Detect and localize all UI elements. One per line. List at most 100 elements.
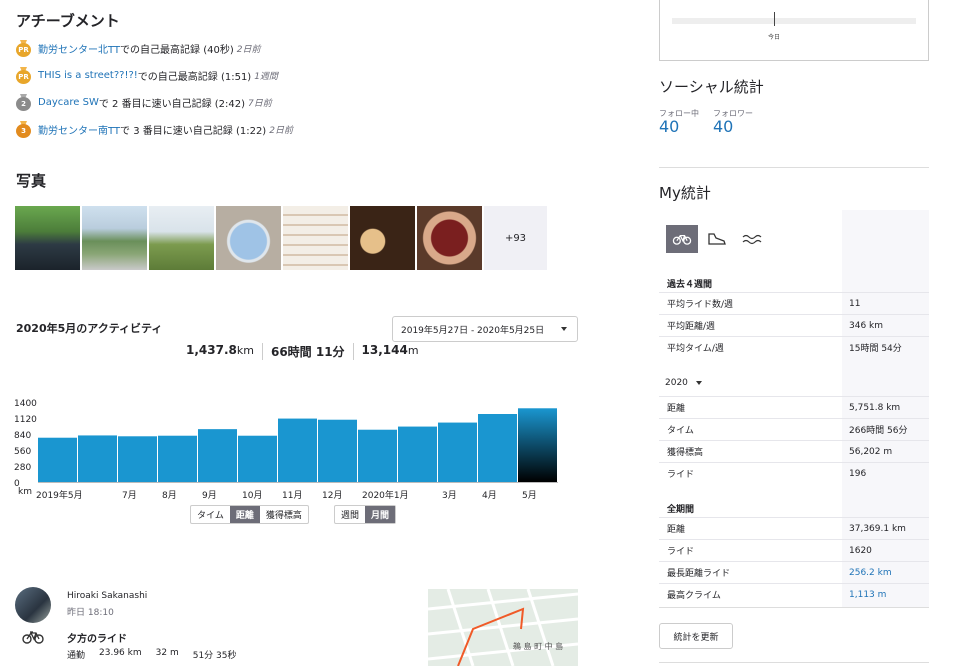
stat-row: 獲得標高 56,202 m — [659, 440, 929, 462]
following-count[interactable]: 40 — [659, 117, 679, 136]
gold-medal-icon: PR — [16, 40, 31, 57]
metric-tabs: タイム 距離 獲得標高 — [190, 505, 309, 524]
x-tick-label: 11月 — [282, 490, 302, 501]
segment-link[interactable]: 勤労センター北TT — [38, 41, 120, 56]
y-axis-unit: km — [18, 487, 32, 497]
stat-row: 平均ライド数/週 11 — [659, 292, 929, 314]
gold-medal-icon: PR — [16, 67, 31, 84]
avatar[interactable] — [15, 587, 51, 623]
stat-row: タイム 266時間 56分 — [659, 418, 929, 440]
athlete-name[interactable]: Hiroaki Sakanashi — [67, 591, 147, 601]
period-tabs: 週間 月間 — [334, 505, 397, 524]
swim-icon — [742, 234, 762, 245]
longest-ride-link[interactable]: 256.2 km — [849, 568, 892, 578]
photo-strip: +93 — [15, 206, 547, 270]
achievement-item: PR 勤労センター北TT での自己最高記録 (40秒) 2日前 — [16, 35, 636, 62]
year-dropdown[interactable]: 2020 — [665, 378, 702, 388]
tab-time[interactable]: タイム — [191, 506, 230, 523]
achievement-item: PR THIS is a street??!?! での自己最高記録 (1:51)… — [16, 62, 636, 89]
today-marker — [774, 12, 775, 26]
followers-count[interactable]: 40 — [713, 117, 733, 136]
photo-thumbnail[interactable] — [15, 206, 80, 270]
chart-bar[interactable] — [38, 437, 77, 482]
activity-totals: 1,437.8km 66時間 11分 13,144m — [186, 343, 427, 360]
caret-down-icon — [695, 380, 702, 385]
stat-row: 距離 37,369.1 km — [659, 517, 929, 539]
y-tick-label: 560 — [14, 447, 31, 457]
activity-bar-chart: 140011208405602800km 2019年5月 7月 8月 9月 10月 11月 1… — [14, 399, 558, 501]
tab-elevation[interactable]: 獲得標高 — [260, 506, 308, 523]
chart-bar[interactable] — [278, 418, 317, 482]
chart-bar[interactable] — [358, 429, 397, 482]
activity-stats: 通勤 23.96 km 32 m 51分 35秒 — [67, 648, 237, 661]
total-distance: 1,437.8km — [186, 343, 254, 357]
x-tick-label: 12月 — [322, 490, 342, 501]
social-stats-title: ソーシャル統計 — [659, 78, 764, 96]
tab-run[interactable] — [701, 225, 733, 253]
divider — [659, 167, 929, 168]
goal-progress-box: 今日 — [659, 0, 929, 61]
stat-row: ライド 1620 — [659, 539, 929, 561]
update-stats-button[interactable]: 統計を更新 — [659, 623, 733, 649]
tab-distance[interactable]: 距離 — [229, 506, 260, 523]
date-range-dropdown[interactable]: 2019年5月27日 - 2020年5月25日 — [392, 316, 578, 342]
x-tick-label: 8月 — [162, 490, 177, 501]
photos-title: 写真 — [16, 172, 47, 190]
x-tick-label: 3月 — [442, 490, 457, 501]
segment-link[interactable]: Daycare SW — [38, 97, 99, 108]
chart-bar[interactable] — [438, 422, 477, 482]
photo-thumbnail[interactable] — [149, 206, 214, 270]
segment-link[interactable]: THIS is a street??!?! — [38, 70, 138, 81]
sport-tabs — [666, 225, 768, 253]
photo-thumbnail[interactable] — [283, 206, 348, 270]
stat-row: 最長距離ライド 256.2 km — [659, 561, 929, 583]
chart-bar[interactable] — [158, 435, 197, 482]
segment-link[interactable]: 勤労センター南TT — [38, 122, 120, 137]
achievement-item: 2 Daycare SW で 2 番目に速い自己記録 (2:42) 7日前 — [16, 89, 636, 116]
divider — [659, 662, 929, 663]
activity-map[interactable]: 鵜 島 町 中 島 — [428, 589, 578, 666]
bike-icon — [672, 234, 692, 245]
total-elevation: 13,144m — [352, 343, 427, 360]
stat-row: 最高クライム 1,113 m — [659, 583, 929, 605]
caret-down-icon — [561, 327, 567, 331]
x-tick-label: 4月 — [482, 490, 497, 501]
stat-row: 平均距離/週 346 km — [659, 314, 929, 336]
tab-weekly[interactable]: 週間 — [335, 506, 365, 523]
photo-thumbnail[interactable] — [216, 206, 281, 270]
tab-ride[interactable] — [666, 225, 698, 253]
divider — [659, 607, 929, 608]
biggest-climb-link[interactable]: 1,113 m — [849, 590, 886, 600]
y-tick-label: 1120 — [14, 415, 37, 425]
chart-bar[interactable] — [78, 435, 117, 482]
tab-swim[interactable] — [736, 225, 768, 253]
bronze-medal-icon: 3 — [16, 121, 31, 138]
chart-bar[interactable] — [518, 408, 557, 482]
chart-bar[interactable] — [478, 414, 517, 482]
achievement-item: 3 勤労センター南TT で 3 番目に速い自己記録 (1:22) 2日前 — [16, 116, 636, 143]
x-tick-label: 10月 — [242, 490, 262, 501]
activity-time: 昨日 18:10 — [67, 608, 114, 618]
photo-thumbnail[interactable] — [350, 206, 415, 270]
more-photos-button[interactable]: +93 — [484, 206, 547, 270]
progress-track — [672, 18, 916, 24]
achievements-list: PR 勤労センター北TT での自己最高記録 (40秒) 2日前 PR THIS … — [16, 35, 636, 143]
photo-thumbnail[interactable] — [417, 206, 482, 270]
chart-bar[interactable] — [318, 419, 357, 482]
chart-bar[interactable] — [118, 436, 157, 482]
map-graphic: 鵜 島 町 中 島 — [428, 589, 578, 666]
chart-bar[interactable] — [198, 429, 237, 482]
x-tick-label: 2020年1月 — [362, 489, 409, 501]
shoe-icon — [708, 233, 726, 245]
x-tick-label: 2019年5月 — [36, 489, 83, 501]
tab-monthly[interactable]: 月間 — [365, 506, 396, 523]
activity-name[interactable]: 夕方のライド — [67, 630, 127, 645]
x-tick-label: 7月 — [122, 490, 137, 501]
chart-bar[interactable] — [238, 435, 277, 482]
y-tick-label: 280 — [14, 463, 31, 473]
stat-row: ライド 196 — [659, 462, 929, 484]
activity-title: 2020年5月のアクティビティ — [16, 322, 163, 335]
photo-thumbnail[interactable] — [82, 206, 147, 270]
total-time: 66時間 11分 — [261, 343, 353, 360]
chart-bar[interactable] — [398, 426, 437, 482]
